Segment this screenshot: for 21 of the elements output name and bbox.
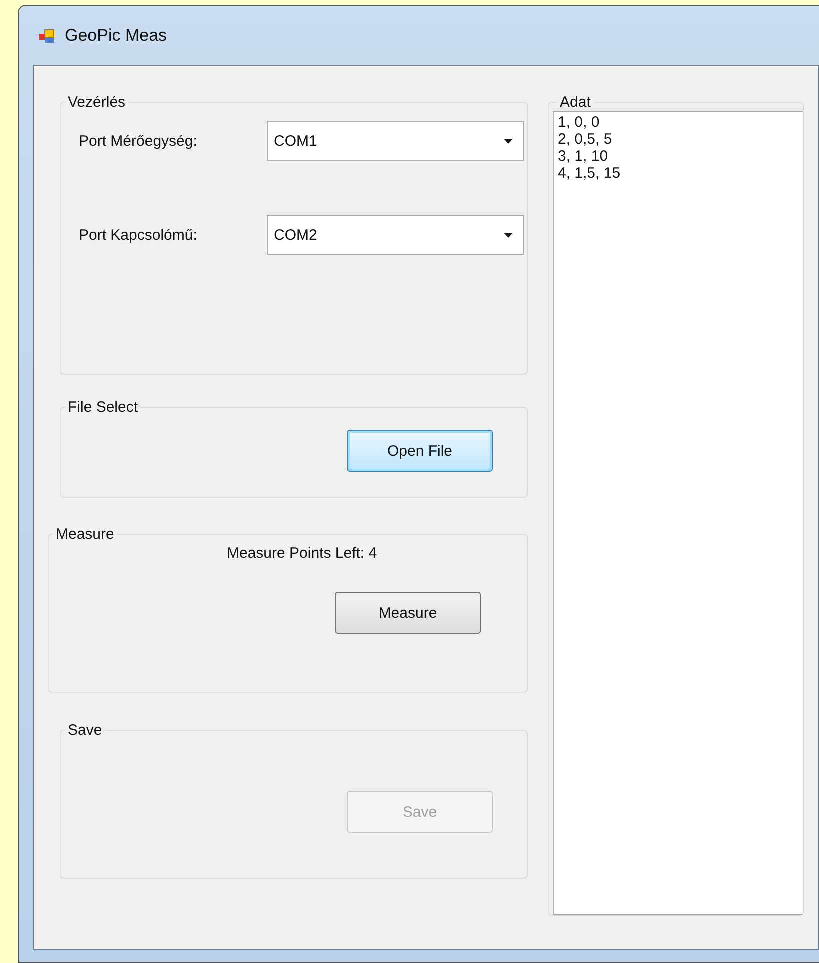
- port-label: Port Kapcsolómű:: [79, 226, 198, 244]
- dropdown-caret-icon: [504, 138, 513, 144]
- port-label: Port Mérőegység:: [79, 132, 198, 150]
- dropdown-caret-icon: [504, 232, 513, 238]
- port-dropdown[interactable]: COM2: [267, 215, 524, 255]
- data-line: 4, 1,5, 15: [558, 165, 622, 182]
- group-title: Adat: [559, 94, 592, 111]
- group-title: Measure: [55, 526, 116, 543]
- window-title: GeoPic Meas: [65, 26, 168, 46]
- data-line: 2, 0,5, 5: [558, 131, 614, 148]
- group-title: Save: [67, 722, 104, 739]
- data-line: 1, 0, 0: [558, 114, 601, 131]
- measure-status-text: Measure Points Left: 4: [227, 545, 378, 562]
- data-line: 3, 1, 10: [558, 148, 610, 165]
- port-dropdown[interactable]: COM1: [267, 121, 524, 161]
- group-title: File Select: [67, 399, 140, 416]
- group-title: Vezérlés: [67, 94, 127, 111]
- app-icon: [39, 28, 55, 44]
- data-text-area[interactable]: 1, 0, 0 2, 0,5, 5 3, 1, 10 4, 1,5, 15: [553, 111, 803, 915]
- open-file-button[interactable]: Open File: [347, 430, 493, 472]
- measure-button[interactable]: Measure: [335, 592, 481, 634]
